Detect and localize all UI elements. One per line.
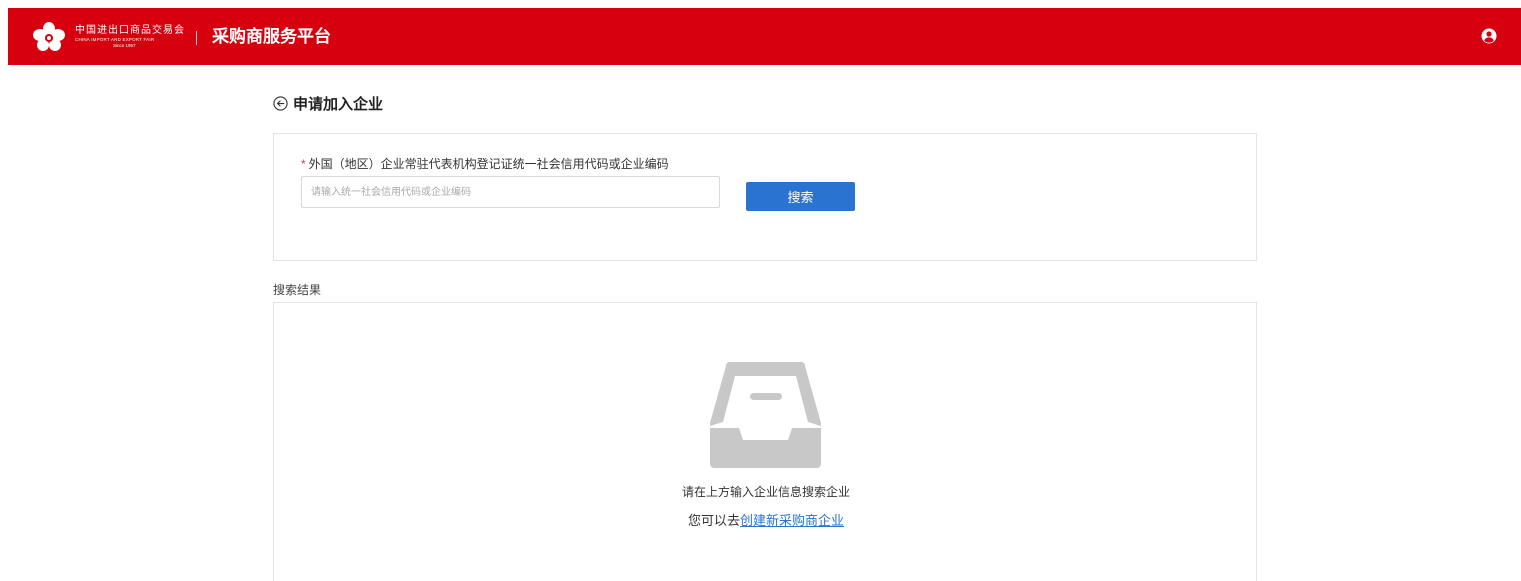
empty-state-text: 请在上方输入企业信息搜索企业 [681, 485, 850, 499]
header-divider [196, 31, 197, 45]
search-field-label: * 外国（地区）企业常驻代表机构登记证统一社会信用代码或企业编码 [301, 155, 669, 172]
platform-title: 采购商服务平台 [212, 27, 331, 46]
canton-fair-logo [33, 22, 65, 51]
page-header: 申请加入企业 [273, 93, 383, 113]
back-arrow-circle-icon[interactable] [273, 95, 288, 111]
logo-cn: 中国进出口商品交易会 [75, 25, 185, 36]
logo-since: Since 1957 [113, 43, 136, 48]
code-search-input[interactable] [301, 176, 720, 208]
results-card: 请在上方输入企业信息搜索企业 您可以去创建新采购商企业 [273, 302, 1257, 581]
search-card: *外国（地区）企业常驻代表机构登记证统一社会信用代码或企业编码 搜索 [273, 133, 1257, 261]
results-label: 搜索结果 [273, 283, 322, 297]
top-navbar: 中国进出口商品交易会 CHINA IMPORT AND EXPORT FAIR … [8, 8, 1521, 65]
search-label-text: 外国（地区）企业常驻代表机构登记证统一社会信用代码或企业编码 [308, 157, 669, 171]
empty-inbox-icon [710, 362, 821, 468]
page-title: 申请加入企业 [293, 95, 384, 113]
required-mark: * [301, 157, 306, 171]
logo-text: 中国进出口商品交易会 CHINA IMPORT AND EXPORT FAIR … [75, 25, 195, 51]
search-button[interactable]: 搜索 [746, 182, 855, 211]
create-company-link[interactable]: 创建新采购商企业 [740, 513, 844, 528]
create-company-line: 您可以去创建新采购商企业 [274, 510, 1258, 529]
create-prefix: 您可以去 [687, 513, 740, 528]
user-circle-icon[interactable] [1481, 28, 1497, 44]
